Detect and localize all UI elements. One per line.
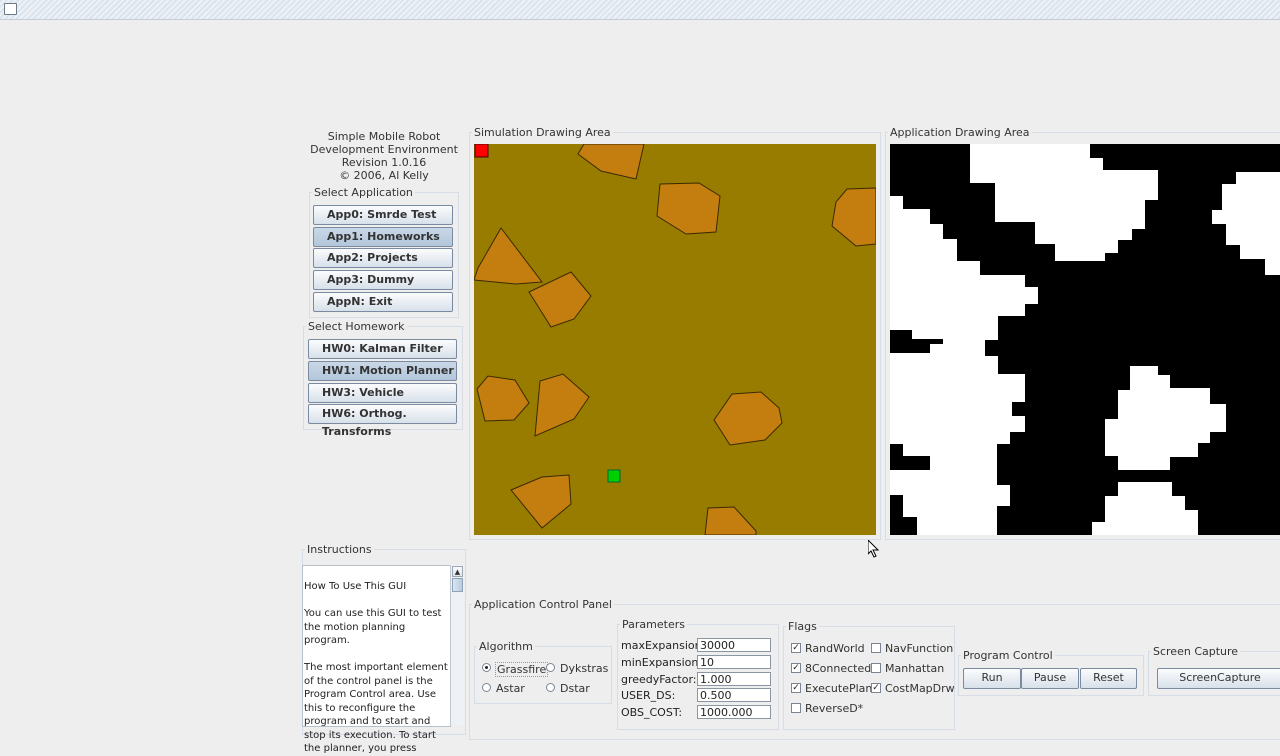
program-control-legend: Program Control xyxy=(963,649,1053,662)
instructions-scrollbar[interactable]: ▲ xyxy=(450,565,464,725)
about-line: Simple Mobile Robot xyxy=(327,130,441,143)
app3-button[interactable]: App3: Dummy xyxy=(313,270,453,290)
screen-capture-button[interactable]: ScreenCapture xyxy=(1157,668,1280,689)
radio-dykstras-label[interactable]: Dykstras xyxy=(560,662,608,675)
min-expansions-field[interactable]: 10 xyxy=(697,655,771,669)
hw0-button[interactable]: HW0: Kalman Filter xyxy=(308,339,457,359)
algorithm-legend: Algorithm xyxy=(479,640,533,653)
scroll-thumb[interactable] xyxy=(452,578,463,592)
flag-8connected-checkbox[interactable]: ✓ xyxy=(791,663,801,673)
obstacle xyxy=(713,391,783,446)
radio-grassfire-label[interactable]: Grassfire xyxy=(495,662,549,677)
instructions-text: How To Use This GUI You can use this GUI… xyxy=(304,581,448,754)
flag-costmapdrw-checkbox[interactable]: ✓ xyxy=(871,683,881,693)
flag-manhattan-label[interactable]: Manhattan xyxy=(885,662,944,675)
obstacle xyxy=(577,143,645,180)
flag-navfunction-checkbox[interactable] xyxy=(871,643,881,653)
select-application-legend: Select Application xyxy=(314,186,413,199)
flag-randworld-label[interactable]: RandWorld xyxy=(805,642,865,655)
instructions-legend: Instructions xyxy=(307,543,372,556)
control-panel-legend: Application Control Panel xyxy=(474,598,612,611)
flag-randworld-checkbox[interactable]: ✓ xyxy=(791,643,801,653)
app1-button[interactable]: App1: Homeworks xyxy=(313,227,453,247)
hw6-button[interactable]: HW6: Orthog. Transforms xyxy=(308,404,457,438)
radio-dstar[interactable] xyxy=(546,683,555,692)
select-homework-legend: Select Homework xyxy=(308,320,405,333)
radio-astar-label[interactable]: Astar xyxy=(496,682,525,695)
simulation-canvas[interactable] xyxy=(473,143,877,536)
flag-executeplan-label[interactable]: ExecutePlan xyxy=(805,682,872,695)
pause-button[interactable]: Pause xyxy=(1021,668,1079,689)
user-ds-field[interactable]: 0.500 xyxy=(697,688,771,702)
goal-marker xyxy=(607,469,621,483)
hw3-button[interactable]: HW3: Vehicle Dynamics xyxy=(308,383,457,417)
free-region xyxy=(1212,172,1280,275)
flag-costmapdrw-label[interactable]: CostMapDrw xyxy=(885,682,955,695)
free-region xyxy=(1092,482,1198,535)
screen-capture-legend: Screen Capture xyxy=(1153,645,1239,658)
radio-astar[interactable] xyxy=(482,683,491,692)
flag-reversed-checkbox[interactable] xyxy=(791,703,801,713)
greedy-factor-field[interactable]: 1.000 xyxy=(697,672,771,686)
obstacle xyxy=(656,182,721,235)
obstacle xyxy=(476,375,530,422)
obstacle xyxy=(510,474,572,529)
app2-button[interactable]: App2: Projects xyxy=(313,248,453,268)
window-icon[interactable] xyxy=(4,3,17,15)
param-label: USER_DS: xyxy=(621,689,676,702)
free-region xyxy=(970,144,1158,261)
free-region xyxy=(1105,366,1226,470)
about-line: © 2006, Al Kelly xyxy=(339,169,429,182)
param-label: OBS_COST: xyxy=(621,706,683,719)
run-button[interactable]: Run xyxy=(963,668,1021,689)
obstacle xyxy=(831,187,877,247)
simulation-legend: Simulation Drawing Area xyxy=(474,126,611,139)
flag-8connected-label[interactable]: 8Connected xyxy=(805,662,871,675)
obs-cost-field[interactable]: 1000.000 xyxy=(697,705,771,719)
about-text: Simple Mobile Robot Development Environm… xyxy=(308,130,460,182)
start-marker xyxy=(474,143,489,158)
flag-executeplan-checkbox[interactable]: ✓ xyxy=(791,683,801,693)
free-region xyxy=(890,196,1038,535)
flags-legend: Flags xyxy=(788,620,817,633)
obstacle xyxy=(534,373,590,437)
radio-dstar-label[interactable]: Dstar xyxy=(560,682,590,695)
costmap-svg xyxy=(890,144,1280,535)
flag-manhattan-checkbox[interactable] xyxy=(871,663,881,673)
radio-dykstras[interactable] xyxy=(546,663,555,672)
about-line: Revision 1.0.16 xyxy=(341,156,427,169)
about-line: Development Environment xyxy=(310,143,458,156)
mouse-cursor-icon xyxy=(867,538,880,561)
obstacle xyxy=(704,506,757,536)
application-legend: Application Drawing Area xyxy=(890,126,1030,139)
param-label: greedyFactor: xyxy=(621,673,697,686)
appn-exit-button[interactable]: AppN: Exit xyxy=(313,292,453,312)
radio-grassfire[interactable] xyxy=(482,663,491,672)
application-canvas[interactable] xyxy=(890,144,1280,535)
param-label: minExpansions: xyxy=(621,656,708,669)
app0-button[interactable]: App0: Smrde Test xyxy=(313,205,453,225)
window-title-bar[interactable] xyxy=(0,0,1280,20)
hw1-button[interactable]: HW1: Motion Planner xyxy=(308,361,457,381)
reset-button[interactable]: Reset xyxy=(1080,668,1137,689)
scroll-up-icon[interactable]: ▲ xyxy=(452,566,463,577)
flag-reversed-label[interactable]: ReverseD* xyxy=(805,702,863,715)
max-expansions-field[interactable]: 30000 xyxy=(697,638,771,652)
parameters-legend: Parameters xyxy=(622,618,685,631)
obstacle xyxy=(473,227,543,285)
simulation-svg xyxy=(473,143,877,536)
flag-navfunction-label[interactable]: NavFunction xyxy=(885,642,953,655)
